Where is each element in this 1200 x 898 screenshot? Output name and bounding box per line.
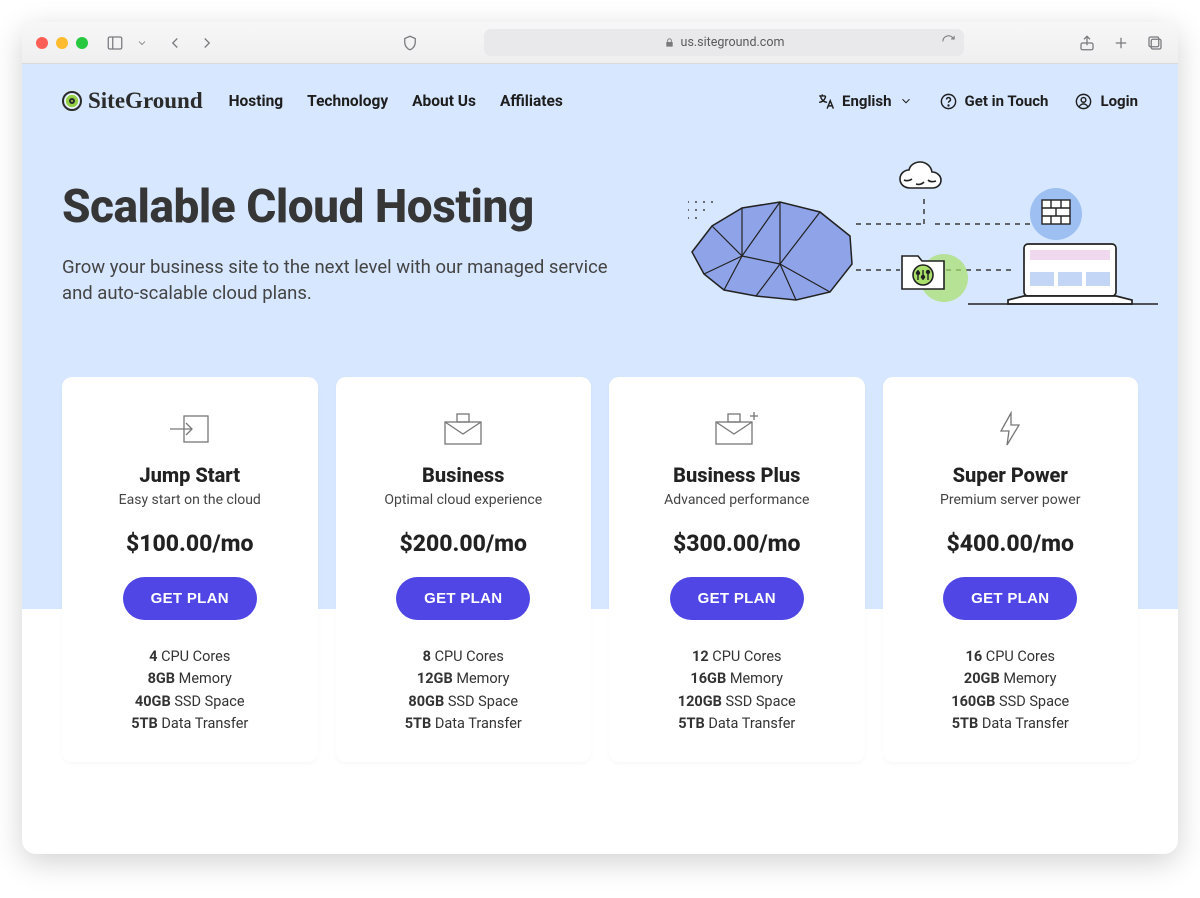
nav-link-about[interactable]: About Us — [412, 92, 476, 110]
spec-row: 80GB SSD Space — [354, 691, 574, 713]
plan-card-super-power: Super Power Premium server power $400.00… — [883, 377, 1139, 762]
spec-row: 5TB Data Transfer — [627, 713, 847, 735]
tabs-overview-icon[interactable] — [1146, 34, 1164, 52]
plan-specs: 8 CPU Cores 12GB Memory 80GB SSD Space 5… — [354, 646, 574, 736]
spec-row: 4 CPU Cores — [80, 646, 300, 668]
page-content: SiteGround Hosting Technology About Us A… — [22, 64, 1178, 854]
brand-logo[interactable]: SiteGround — [62, 88, 203, 114]
browser-chrome: us.siteground.com — [22, 22, 1178, 64]
close-window-button[interactable] — [36, 37, 48, 49]
spec-row: 5TB Data Transfer — [354, 713, 574, 735]
login-label: Login — [1100, 92, 1138, 110]
spec-row: 5TB Data Transfer — [80, 713, 300, 735]
privacy-shield-icon[interactable] — [401, 34, 419, 52]
spec-row: 20GB Memory — [901, 668, 1121, 690]
primary-nav: Hosting Technology About Us Affiliates — [229, 92, 563, 110]
plan-price: $100.00/mo — [80, 530, 300, 557]
plan-tagline: Advanced performance — [627, 492, 847, 508]
reload-icon[interactable] — [941, 34, 956, 49]
new-tab-icon[interactable] — [1112, 34, 1130, 52]
plan-specs: 4 CPU Cores 8GB Memory 40GB SSD Space 5T… — [80, 646, 300, 736]
chevron-down-icon — [899, 94, 913, 108]
plan-tagline: Optimal cloud experience — [354, 492, 574, 508]
maximize-window-button[interactable] — [76, 37, 88, 49]
plan-icon-arrow-into-box — [80, 411, 300, 447]
plan-name: Business Plus — [627, 463, 847, 487]
hero-subtitle: Grow your business site to the next leve… — [62, 255, 622, 307]
get-plan-button[interactable]: GET PLAN — [943, 577, 1077, 620]
help-icon — [939, 92, 958, 111]
spec-row: 120GB SSD Space — [627, 691, 847, 713]
url-text: us.siteground.com — [681, 35, 785, 50]
site-header: SiteGround Hosting Technology About Us A… — [62, 64, 1138, 138]
spec-row: 12GB Memory — [354, 668, 574, 690]
plan-name: Business — [354, 463, 574, 487]
nav-link-hosting[interactable]: Hosting — [229, 92, 284, 110]
spec-row: 5TB Data Transfer — [901, 713, 1121, 735]
share-icon[interactable] — [1078, 34, 1096, 52]
spec-row: 16 CPU Cores — [901, 646, 1121, 668]
get-in-touch-link[interactable]: Get in Touch — [939, 92, 1049, 111]
sidebar-toggle-icon[interactable] — [106, 34, 124, 52]
minimize-window-button[interactable] — [56, 37, 68, 49]
plan-icon-briefcase-plus — [627, 411, 847, 447]
language-selector[interactable]: English — [816, 92, 912, 111]
nav-back-icon[interactable] — [166, 34, 184, 52]
user-icon — [1074, 92, 1093, 111]
plan-price: $200.00/mo — [354, 530, 574, 557]
spec-row: 8 CPU Cores — [354, 646, 574, 668]
plan-card-jumpstart: Jump Start Easy start on the cloud $100.… — [62, 377, 318, 762]
plan-name: Super Power — [901, 463, 1121, 487]
plan-tagline: Premium server power — [901, 492, 1121, 508]
lock-icon — [664, 37, 675, 48]
spec-row: 12 CPU Cores — [627, 646, 847, 668]
hero-illustration — [665, 180, 1138, 307]
plan-icon-lightning — [901, 411, 1121, 447]
brand-logo-mark — [62, 91, 82, 111]
plan-price: $400.00/mo — [901, 530, 1121, 557]
window-controls — [36, 37, 88, 49]
browser-window: us.siteground.com SiteGround Hosting Tec… — [22, 22, 1178, 854]
nav-link-affiliates[interactable]: Affiliates — [500, 92, 563, 110]
get-plan-button[interactable]: GET PLAN — [396, 577, 530, 620]
get-plan-button[interactable]: GET PLAN — [670, 577, 804, 620]
plan-tagline: Easy start on the cloud — [80, 492, 300, 508]
plan-icon-briefcase — [354, 411, 574, 447]
plan-card-business: Business Optimal cloud experience $200.0… — [336, 377, 592, 762]
plan-price: $300.00/mo — [627, 530, 847, 557]
spec-row: 160GB SSD Space — [901, 691, 1121, 713]
plan-specs: 12 CPU Cores 16GB Memory 120GB SSD Space… — [627, 646, 847, 736]
nav-link-technology[interactable]: Technology — [307, 92, 388, 110]
pricing-plans: Jump Start Easy start on the cloud $100.… — [62, 377, 1138, 762]
hero: Scalable Cloud Hosting Grow your busines… — [62, 138, 1138, 317]
spec-row: 40GB SSD Space — [80, 691, 300, 713]
nav-forward-icon[interactable] — [198, 34, 216, 52]
chevron-down-icon[interactable] — [136, 34, 148, 52]
address-bar[interactable]: us.siteground.com — [484, 29, 964, 56]
hero-title: Scalable Cloud Hosting — [62, 180, 665, 235]
login-link[interactable]: Login — [1074, 92, 1138, 111]
contact-label: Get in Touch — [965, 92, 1049, 110]
plan-card-business-plus: Business Plus Advanced performance $300.… — [609, 377, 865, 762]
spec-row: 16GB Memory — [627, 668, 847, 690]
get-plan-button[interactable]: GET PLAN — [123, 577, 257, 620]
translate-icon — [816, 92, 835, 111]
brand-name: SiteGround — [88, 88, 203, 114]
plan-name: Jump Start — [80, 463, 300, 487]
plan-specs: 16 CPU Cores 20GB Memory 160GB SSD Space… — [901, 646, 1121, 736]
language-label: English — [842, 92, 891, 110]
spec-row: 8GB Memory — [80, 668, 300, 690]
